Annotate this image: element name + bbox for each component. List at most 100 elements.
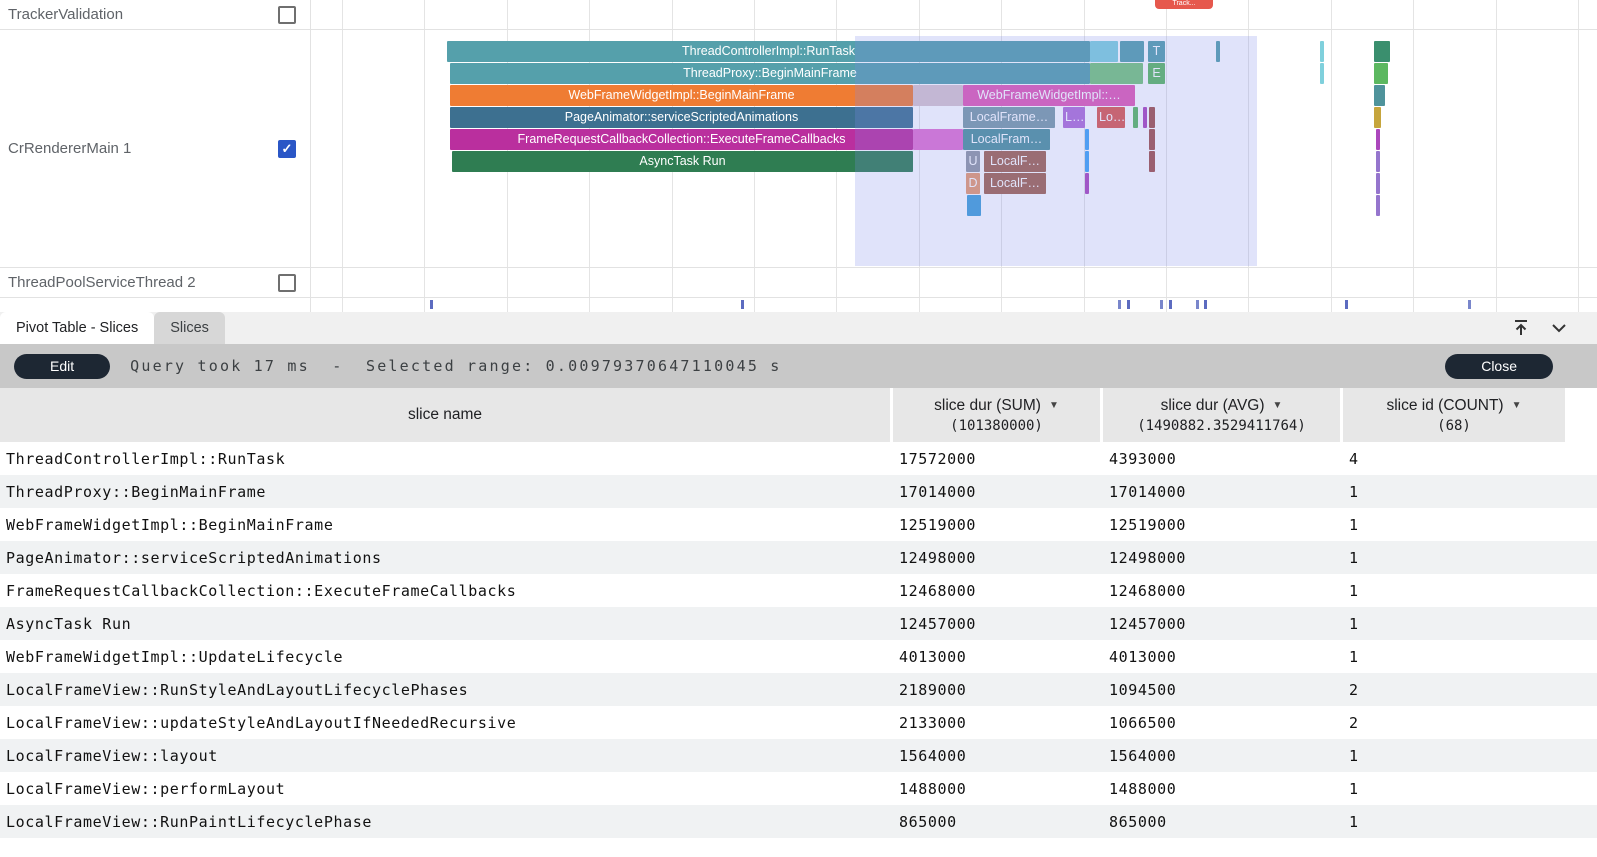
column-header[interactable]: slice name	[0, 388, 890, 442]
value-cell: 12468000	[893, 582, 1103, 600]
value-cell: 12519000	[893, 516, 1103, 534]
value-cell: 12498000	[1103, 549, 1343, 567]
column-header[interactable]: slice dur (SUM)▼ (101380000)	[893, 388, 1100, 442]
slice-name-cell: LocalFrameView::layout	[0, 747, 893, 765]
column-header-label: slice dur (AVG)▼	[1161, 397, 1283, 415]
value-cell: 17572000	[893, 450, 1103, 468]
table-body: ThreadControllerImpl::RunTask17572000439…	[0, 442, 1597, 838]
timeline-area: ThreadControllerImpl::RunTaskTThreadProx…	[0, 0, 1597, 312]
value-cell: 1564000	[893, 747, 1103, 765]
value-cell: 1	[1343, 648, 1565, 666]
value-cell: 12457000	[893, 615, 1103, 633]
value-cell: 1564000	[1103, 747, 1343, 765]
value-cell: 2	[1343, 681, 1565, 699]
slice-name-cell: ThreadProxy::BeginMainFrame	[0, 483, 893, 501]
value-cell: 4	[1343, 450, 1565, 468]
track-checkbox[interactable]	[278, 6, 296, 24]
column-header[interactable]: slice dur (AVG)▼ (1490882.3529411764)	[1103, 388, 1340, 442]
column-aggregate-total: (68)	[1437, 418, 1471, 434]
value-cell: 1094500	[1103, 681, 1343, 699]
tab-pivot-table-slices[interactable]: Pivot Table - Slices	[0, 312, 154, 344]
close-button[interactable]: Close	[1445, 354, 1553, 379]
column-header-label: slice dur (SUM)▼	[934, 397, 1059, 415]
edit-button[interactable]: Edit	[14, 354, 110, 379]
table-row[interactable]: LocalFrameView::RunPaintLifecyclePhase86…	[0, 805, 1597, 838]
value-cell: 2133000	[893, 714, 1103, 732]
table-row[interactable]: WebFrameWidgetImpl::BeginMainFrame125190…	[0, 508, 1597, 541]
slice-name-cell: ThreadControllerImpl::RunTask	[0, 450, 893, 468]
value-cell: 1	[1343, 516, 1565, 534]
table-row[interactable]: PageAnimator::serviceScriptedAnimations1…	[0, 541, 1597, 574]
sort-desc-icon[interactable]: ▼	[1273, 400, 1283, 411]
column-header-label: slice name	[408, 406, 482, 424]
slice-name-cell: WebFrameWidgetImpl::UpdateLifecycle	[0, 648, 893, 666]
expand-panel-icon[interactable]	[1511, 318, 1531, 338]
value-cell: 2	[1343, 714, 1565, 732]
query-toolbar: Edit Query took 17 ms - Selected range: …	[0, 344, 1597, 388]
value-cell: 17014000	[893, 483, 1103, 501]
value-cell: 17014000	[1103, 483, 1343, 501]
value-cell: 865000	[1103, 813, 1343, 831]
value-cell: 865000	[893, 813, 1103, 831]
table-row[interactable]: LocalFrameView::RunStyleAndLayoutLifecyc…	[0, 673, 1597, 706]
table-row[interactable]: LocalFrameView::performLayout14880001488…	[0, 772, 1597, 805]
value-cell: 1	[1343, 549, 1565, 567]
sort-desc-icon[interactable]: ▼	[1049, 400, 1059, 411]
value-cell: 12457000	[1103, 615, 1343, 633]
slice-name-cell: LocalFrameView::updateStyleAndLayoutIfNe…	[0, 714, 893, 732]
table-row[interactable]: LocalFrameView::updateStyleAndLayoutIfNe…	[0, 706, 1597, 739]
table-header-row: slice nameslice dur (SUM)▼(101380000)sli…	[0, 388, 1565, 442]
value-cell: 1488000	[1103, 780, 1343, 798]
value-cell: 1	[1343, 747, 1565, 765]
track-name: TrackerValidation	[8, 6, 123, 23]
track-row-threadpoolservicethread[interactable]: ThreadPoolServiceThread 2	[0, 268, 1597, 298]
track-checkbox[interactable]	[278, 140, 296, 158]
value-cell: 12498000	[893, 549, 1103, 567]
value-cell: 12519000	[1103, 516, 1343, 534]
column-header[interactable]: slice id (COUNT)▼ (68)	[1343, 388, 1565, 442]
value-cell: 1	[1343, 780, 1565, 798]
value-cell: 4393000	[1103, 450, 1343, 468]
table-row[interactable]: FrameRequestCallbackCollection::ExecuteF…	[0, 574, 1597, 607]
table-row[interactable]: ThreadControllerImpl::RunTask17572000439…	[0, 442, 1597, 475]
value-cell: 4013000	[893, 648, 1103, 666]
value-cell: 1	[1343, 483, 1565, 501]
slice-name-cell: LocalFrameView::RunPaintLifecyclePhase	[0, 813, 893, 831]
column-header-label: slice id (COUNT)▼	[1386, 397, 1521, 415]
column-aggregate-total: (101380000)	[950, 418, 1043, 434]
table-row[interactable]: ThreadProxy::BeginMainFrame1701400017014…	[0, 475, 1597, 508]
track-row-trackervalidation[interactable]: TrackerValidation	[0, 0, 1597, 30]
track-shell: ThreadPoolServiceThread 2	[0, 268, 310, 297]
track-row-crrenderermain[interactable]: CrRendererMain 1	[0, 30, 1597, 268]
sort-desc-icon[interactable]: ▼	[1512, 400, 1522, 411]
track-checkbox[interactable]	[278, 274, 296, 292]
track-name: CrRendererMain 1	[8, 140, 131, 157]
value-cell: 1	[1343, 615, 1565, 633]
panel-controls	[1511, 312, 1569, 344]
value-cell: 1488000	[893, 780, 1103, 798]
value-cell: 1066500	[1103, 714, 1343, 732]
track-button[interactable]: Track...	[1155, 0, 1213, 9]
track-shell: TrackerValidation	[0, 0, 310, 29]
value-cell: 12468000	[1103, 582, 1343, 600]
tab-bar: Pivot Table - Slices Slices	[0, 312, 1597, 344]
slice-name-cell: PageAnimator::serviceScriptedAnimations	[0, 549, 893, 567]
value-cell: 1	[1343, 813, 1565, 831]
column-aggregate-total: (1490882.3529411764)	[1137, 418, 1306, 434]
value-cell: 1	[1343, 582, 1565, 600]
track-name: ThreadPoolServiceThread 2	[8, 274, 196, 291]
value-cell: 4013000	[1103, 648, 1343, 666]
collapse-panel-icon[interactable]	[1549, 318, 1569, 338]
tab-slices[interactable]: Slices	[154, 312, 225, 344]
table-row[interactable]: AsyncTask Run12457000124570001	[0, 607, 1597, 640]
slice-name-cell: WebFrameWidgetImpl::BeginMainFrame	[0, 516, 893, 534]
table-row[interactable]: LocalFrameView::layout156400015640001	[0, 739, 1597, 772]
slice-name-cell: LocalFrameView::performLayout	[0, 780, 893, 798]
slice-name-cell: LocalFrameView::RunStyleAndLayoutLifecyc…	[0, 681, 893, 699]
table-row[interactable]: WebFrameWidgetImpl::UpdateLifecycle40130…	[0, 640, 1597, 673]
query-status: Query took 17 ms - Selected range: 0.009…	[130, 357, 1445, 375]
slice-name-cell: AsyncTask Run	[0, 615, 893, 633]
track-shell: CrRendererMain 1	[0, 30, 310, 267]
slice-name-cell: FrameRequestCallbackCollection::ExecuteF…	[0, 582, 893, 600]
value-cell: 2189000	[893, 681, 1103, 699]
